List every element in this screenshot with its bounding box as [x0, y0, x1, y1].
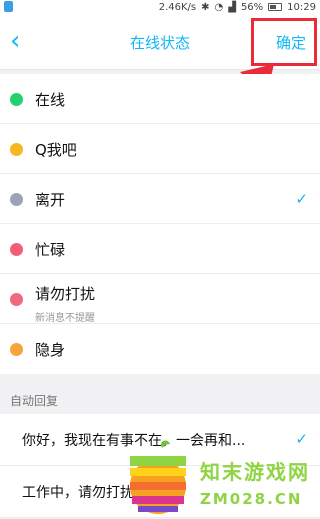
status-row[interactable]: 离开 ✓	[0, 174, 320, 224]
status-sublabel: 新消息不提醒	[35, 313, 95, 324]
online-icon	[10, 93, 23, 106]
status-label: Q我吧	[35, 141, 77, 159]
battery-percent: 56%	[240, 1, 264, 13]
status-list: 在线 Q我吧离开 ✓ 忙碌请勿打扰新消息不提醒隐身	[0, 74, 320, 374]
watermark-domain: ZM028.CN	[200, 490, 303, 508]
status-label: 在线	[35, 91, 66, 109]
invisible-icon	[10, 343, 23, 356]
auto-reply-section-title: 自动回复	[10, 394, 59, 408]
status-row[interactable]: 忙碌	[0, 224, 320, 274]
annotation-highlight-box	[251, 18, 317, 66]
status-label: 忙碌	[35, 241, 66, 259]
status-label: 隐身	[35, 341, 66, 359]
app-notification-icon	[4, 1, 13, 12]
wifi-icon: ◔	[214, 1, 224, 13]
status-label: 离开	[35, 191, 66, 209]
status-row[interactable]: 隐身	[0, 324, 320, 374]
busy-icon	[10, 243, 23, 256]
clock-time: 10:29	[287, 1, 316, 13]
checkmark-icon: ✓	[295, 190, 308, 208]
watermark: 知末游戏网 ZM028.CN	[118, 438, 320, 519]
watermark-title: 知末游戏网	[200, 460, 310, 484]
no-disturb-icon	[10, 293, 23, 306]
signal-icon: ▟	[228, 1, 236, 13]
network-speed: 2.46K/s	[158, 1, 197, 13]
status-row[interactable]: 在线	[0, 74, 320, 124]
status-bar: 2.46K/s ✱ ◔ ▟ 56% 10:29	[0, 0, 320, 14]
apple-logo-icon	[130, 440, 186, 514]
bluetooth-icon: ✱	[201, 1, 210, 13]
status-row[interactable]: 请勿打扰新消息不提醒	[0, 274, 320, 324]
smile-icon	[10, 143, 23, 156]
clock-icon	[10, 193, 23, 206]
status-row[interactable]: Q我吧	[0, 124, 320, 174]
status-right: 2.46K/s ✱ ◔ ▟ 56% 10:29	[159, 0, 316, 14]
status-label: 请勿打扰	[35, 285, 96, 303]
battery-icon	[268, 3, 283, 11]
